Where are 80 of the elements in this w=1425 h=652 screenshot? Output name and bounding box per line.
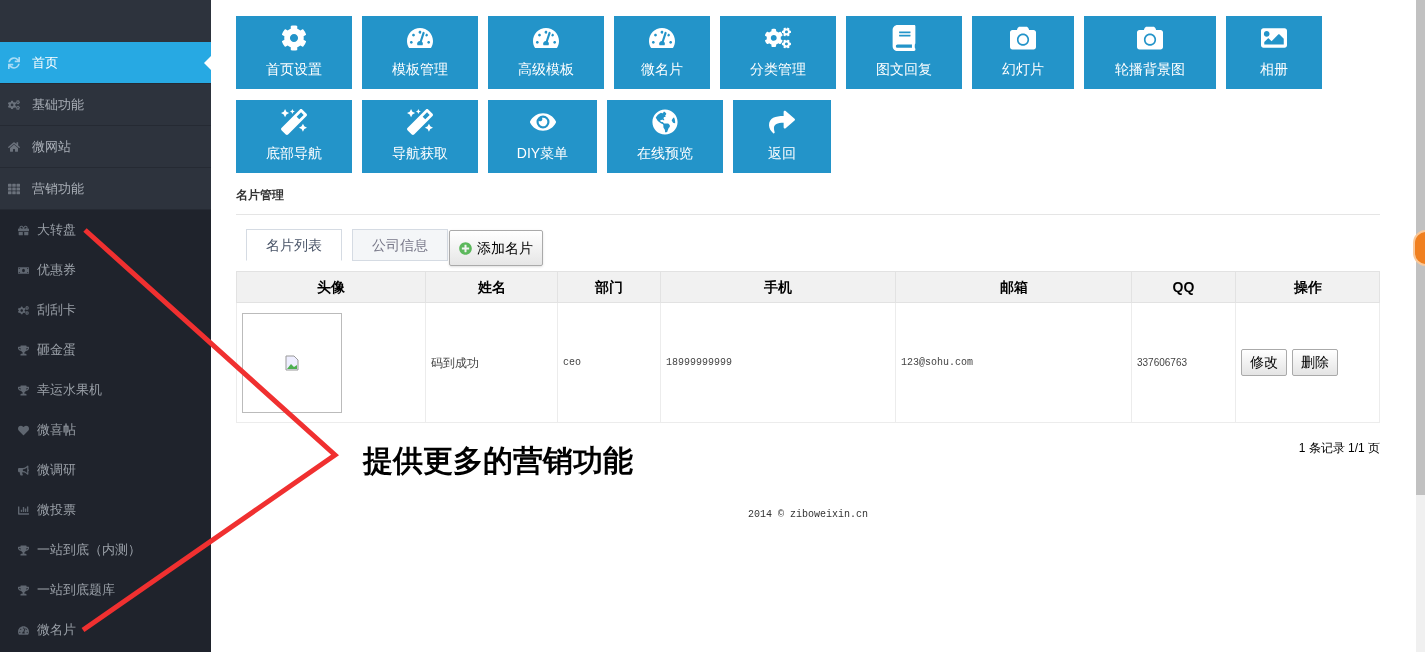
shortcut-tile[interactable]: 底部导航 bbox=[236, 100, 352, 173]
share-arrow-icon bbox=[769, 109, 795, 135]
megaphone-icon bbox=[18, 464, 29, 476]
heart-icon bbox=[18, 424, 29, 436]
banknote-icon bbox=[18, 264, 29, 276]
sidebar-item[interactable]: 营销功能 bbox=[0, 168, 211, 210]
grid-icon bbox=[8, 182, 20, 195]
gauge-icon bbox=[533, 25, 559, 51]
trophy-icon bbox=[18, 584, 29, 596]
gauge-icon bbox=[649, 25, 675, 51]
shortcut-tile[interactable]: 轮播背景图 bbox=[1084, 16, 1216, 89]
shortcut-tile[interactable]: 在线预览 bbox=[607, 100, 723, 173]
column-header: 头像 bbox=[236, 271, 426, 303]
gift-icon bbox=[18, 224, 29, 236]
trophy-icon bbox=[18, 344, 29, 356]
plus-icon bbox=[459, 241, 472, 255]
submenu-item[interactable]: 刮刮卡 bbox=[0, 290, 211, 330]
shortcut-tile[interactable]: 模板管理 bbox=[362, 16, 478, 89]
shortcut-tile[interactable]: 图文回复 bbox=[846, 16, 962, 89]
tab[interactable]: 名片列表 bbox=[246, 229, 342, 261]
submenu-item[interactable]: 优惠券 bbox=[0, 250, 211, 290]
submenu-item[interactable]: 微调研 bbox=[0, 450, 211, 490]
shortcut-tile[interactable]: 幻灯片 bbox=[972, 16, 1074, 89]
gears-icon bbox=[18, 304, 29, 316]
annotation-text: 提供更多的营销功能 bbox=[363, 443, 633, 479]
sidebar-item[interactable]: 基础功能 bbox=[0, 84, 211, 126]
column-header: 邮箱 bbox=[895, 271, 1132, 303]
bar-chart-icon bbox=[18, 504, 29, 516]
shortcut-tile[interactable]: 相册 bbox=[1226, 16, 1322, 89]
shortcut-tile[interactable]: DIY菜单 bbox=[488, 100, 597, 173]
column-header: 手机 bbox=[660, 271, 896, 303]
tab[interactable]: 公司信息 bbox=[352, 229, 448, 261]
column-header: 姓名 bbox=[425, 271, 558, 303]
gauge-icon bbox=[18, 624, 29, 636]
globe-icon bbox=[652, 109, 678, 135]
gear-icon bbox=[281, 25, 307, 51]
camera-icon bbox=[1137, 25, 1163, 51]
book-icon bbox=[891, 25, 917, 51]
submenu-item[interactable]: 砸金蛋 bbox=[0, 330, 211, 370]
active-pointer-icon bbox=[204, 56, 211, 70]
magic-wand-icon bbox=[407, 109, 433, 135]
shortcut-tile[interactable]: 首页设置 bbox=[236, 16, 352, 89]
image-icon bbox=[1261, 25, 1287, 51]
submenu-item[interactable]: 幸运水果机 bbox=[0, 370, 211, 410]
column-header: QQ bbox=[1131, 271, 1236, 303]
table-cell: 码到成功 bbox=[425, 302, 558, 423]
home-icon bbox=[8, 140, 20, 153]
table-cell: ceo bbox=[557, 302, 661, 423]
column-header: 操作 bbox=[1235, 271, 1380, 303]
footer-text: 2014 © ziboweixin.cn bbox=[748, 508, 868, 522]
sidebar-item[interactable]: 微网站 bbox=[0, 126, 211, 168]
action-button[interactable]: 删除 bbox=[1292, 349, 1338, 376]
section-title: 名片管理 bbox=[236, 186, 1380, 215]
submenu-item[interactable]: 微投票 bbox=[0, 490, 211, 530]
shortcut-tile[interactable]: 微名片 bbox=[614, 16, 710, 89]
action-button[interactable]: 修改 bbox=[1241, 349, 1287, 376]
table-cell: 123@sohu.com bbox=[895, 302, 1132, 423]
column-header: 部门 bbox=[557, 271, 661, 303]
table-cell: 18999999999 bbox=[660, 302, 896, 423]
add-card-button[interactable]: 添加名片 bbox=[449, 230, 543, 266]
trophy-icon bbox=[18, 544, 29, 556]
gears-icon bbox=[765, 25, 791, 51]
trophy-icon bbox=[18, 384, 29, 396]
shortcut-tile[interactable]: 导航获取 bbox=[362, 100, 478, 173]
gears-icon bbox=[8, 98, 20, 111]
pagination-info: 1 条记录 1/1 页 bbox=[1298, 440, 1380, 457]
gauge-icon bbox=[407, 25, 433, 51]
camera-icon bbox=[1010, 25, 1036, 51]
broken-image-icon bbox=[285, 354, 299, 371]
refresh-icon bbox=[8, 56, 20, 69]
submenu-item[interactable]: 微喜帖 bbox=[0, 410, 211, 450]
submenu-item[interactable]: 一站到底题库 bbox=[0, 570, 211, 610]
shortcut-tile[interactable]: 高级模板 bbox=[488, 16, 604, 89]
submenu-item[interactable]: 大转盘 bbox=[0, 210, 211, 250]
magic-wand-icon bbox=[281, 109, 307, 135]
submenu-item[interactable]: 微名片 bbox=[0, 610, 211, 650]
shortcut-tile[interactable]: 返回 bbox=[733, 100, 831, 173]
table-cell: 337606763 bbox=[1131, 302, 1236, 423]
shortcut-tile[interactable]: 分类管理 bbox=[720, 16, 836, 89]
submenu-item[interactable]: 一站到底（内测） bbox=[0, 530, 211, 570]
